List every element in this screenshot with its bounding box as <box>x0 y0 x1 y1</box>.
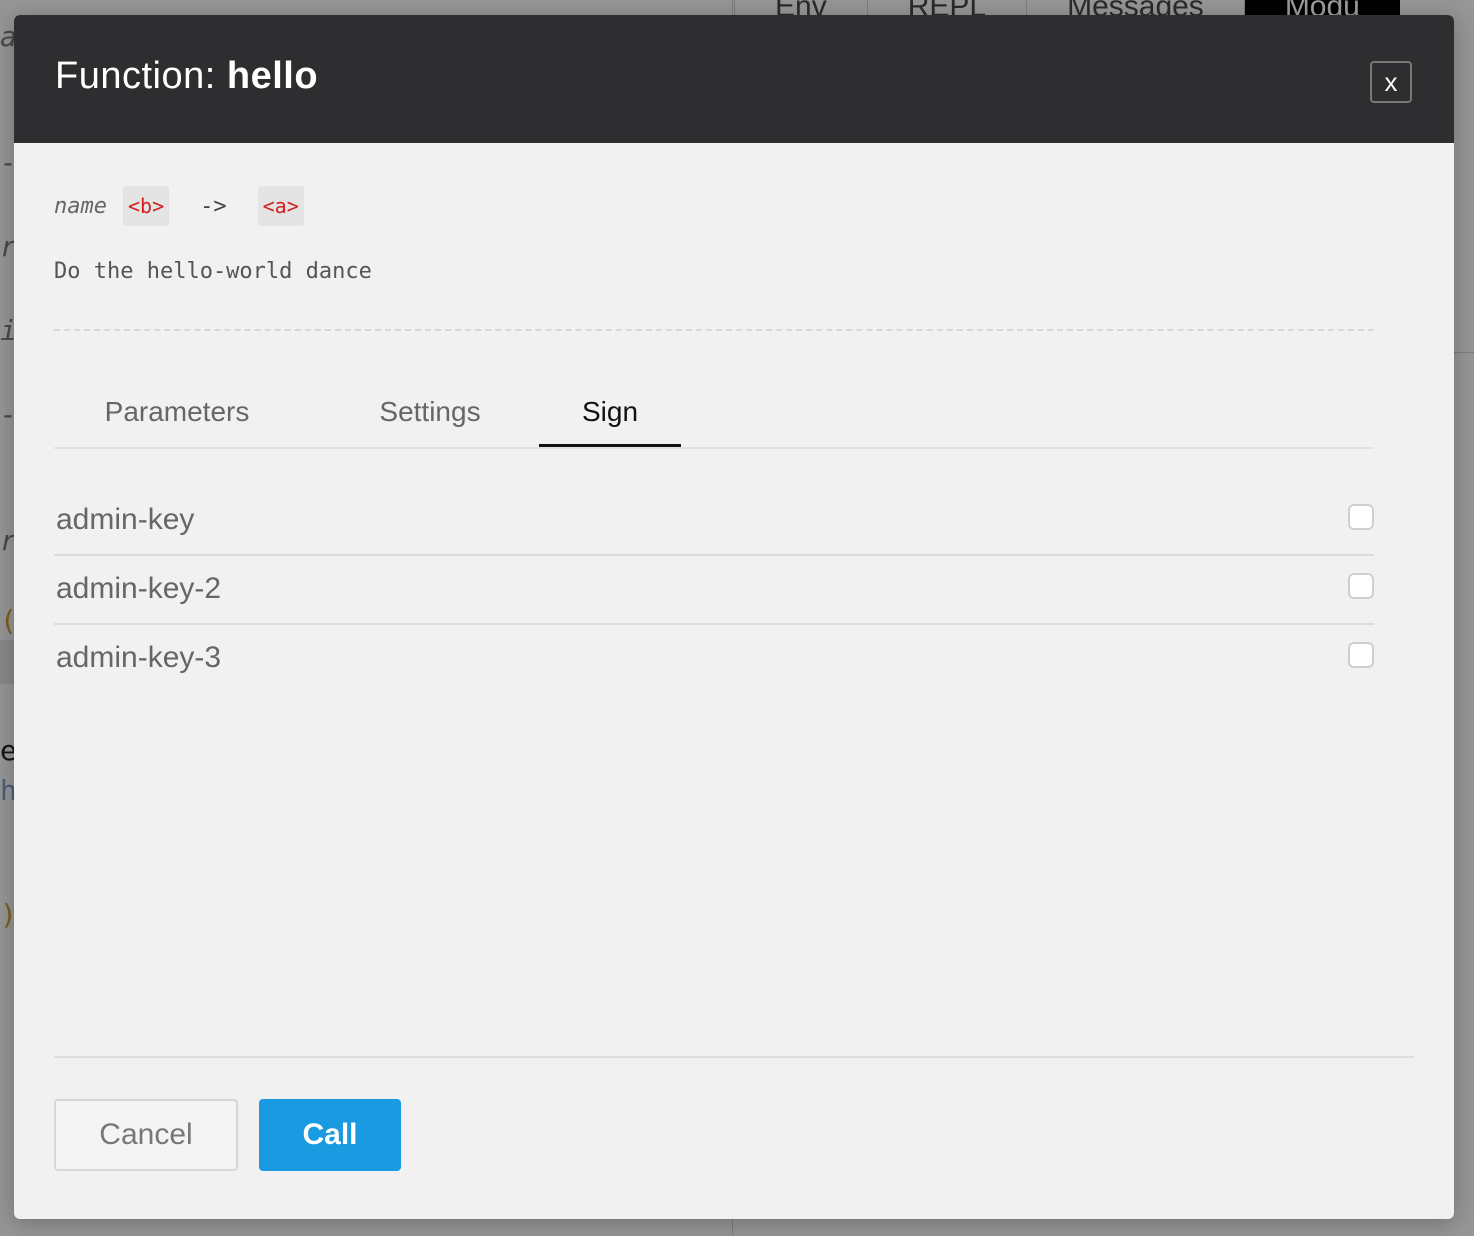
signing-key-label: admin-key-2 <box>56 572 222 605</box>
list-item: admin-key <box>54 487 1374 556</box>
param-name: name <box>54 193 107 219</box>
close-button[interactable]: x <box>1370 61 1412 103</box>
signing-key-checkbox[interactable] <box>1348 504 1374 530</box>
signing-key-label: admin-key-3 <box>56 641 222 674</box>
function-name: hello <box>226 55 319 97</box>
section-divider <box>54 329 1374 331</box>
cancel-button[interactable]: Cancel <box>54 1099 238 1171</box>
signing-key-checkbox[interactable] <box>1348 573 1374 599</box>
signing-key-list: admin-key admin-key-2 admin-key-3 <box>54 487 1374 692</box>
return-type-badge: <a> <box>257 186 304 226</box>
call-button[interactable]: Call <box>259 1099 401 1171</box>
signing-key-label: admin-key <box>56 503 195 536</box>
function-signature: name <b> -> <a> <box>54 185 304 227</box>
dialog-header: Function: hello x <box>14 15 1454 143</box>
dialog-title: Function: hello <box>55 55 318 98</box>
dialog-tabs: Parameters Settings Sign <box>54 381 1374 449</box>
signature-arrow: -> <box>200 193 227 219</box>
dialog-title-prefix: Function: <box>55 55 227 97</box>
list-item: admin-key-2 <box>54 556 1374 625</box>
param-type-badge: <b> <box>122 186 170 226</box>
footer-divider <box>54 1056 1414 1058</box>
function-docstring: Do the hello-world dance <box>54 259 372 284</box>
tab-settings[interactable]: Settings <box>318 381 542 447</box>
function-call-dialog: Function: hello x name <b> -> <a> Do the… <box>14 15 1454 1219</box>
signing-key-checkbox[interactable] <box>1348 642 1374 668</box>
tab-sign[interactable]: Sign <box>539 381 681 447</box>
list-item: admin-key-3 <box>54 625 1374 692</box>
tab-parameters[interactable]: Parameters <box>54 381 300 447</box>
